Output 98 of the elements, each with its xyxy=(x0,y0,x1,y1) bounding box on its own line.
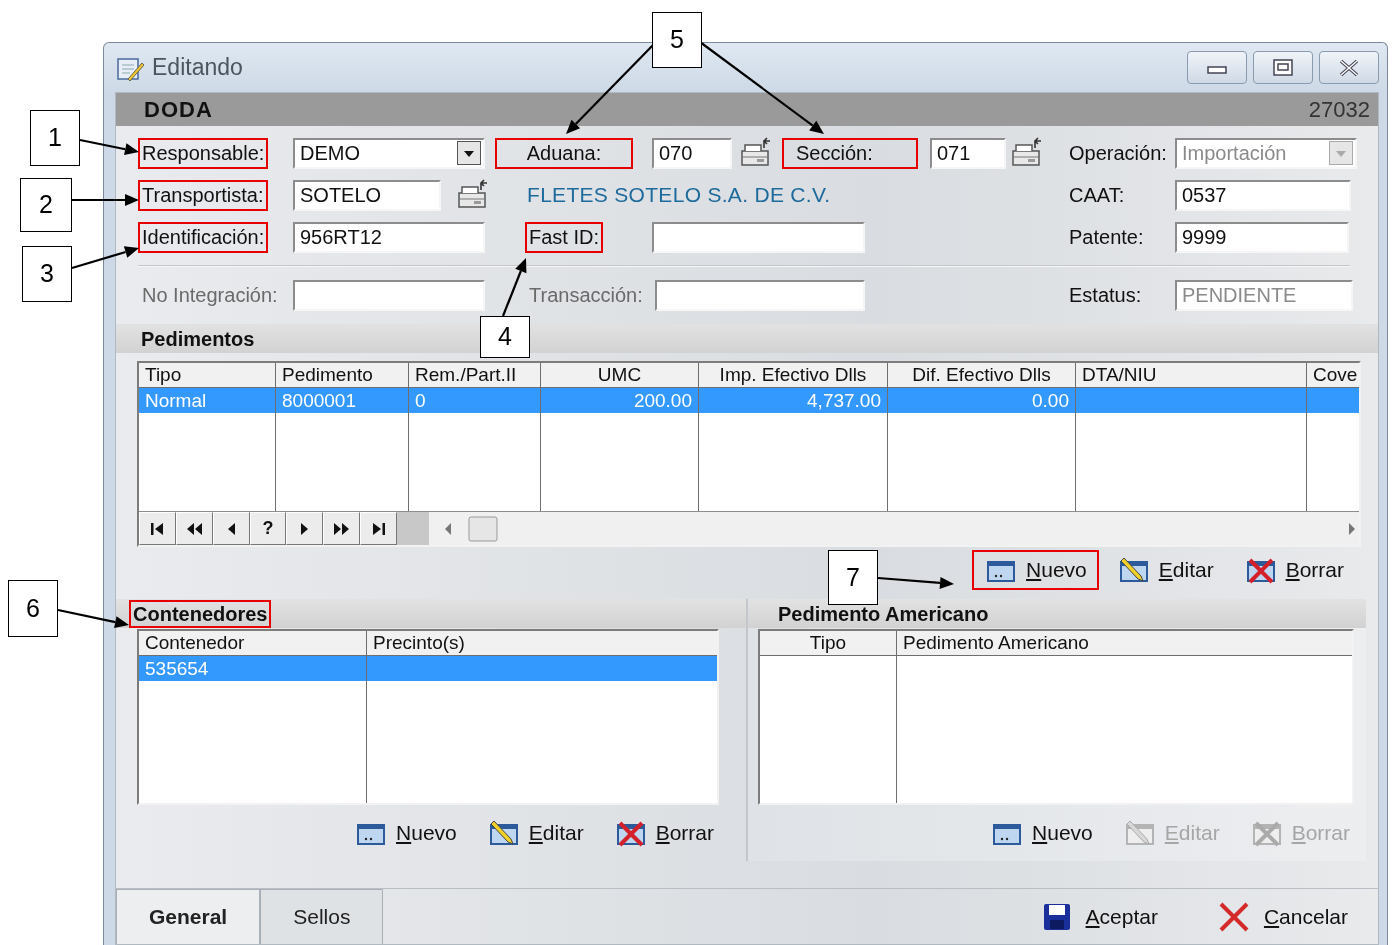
text-input[interactable] xyxy=(655,279,865,311)
restore-button[interactable] xyxy=(1253,51,1313,84)
field-label: Transacción: xyxy=(528,282,644,308)
field-label: Fast ID: xyxy=(525,221,603,253)
tray-arrow-icon[interactable] xyxy=(456,179,490,211)
navigator-button[interactable] xyxy=(175,512,213,545)
edit-action-button[interactable]: Editar xyxy=(1104,550,1226,590)
field-label: CAAT: xyxy=(1068,182,1126,208)
last-record-icon xyxy=(372,522,385,535)
callout-arrow xyxy=(72,194,139,206)
tab[interactable]: General xyxy=(116,889,261,944)
tray-arrow-icon[interactable] xyxy=(739,137,773,169)
accept-button[interactable]: Aceptar xyxy=(1035,900,1164,933)
first-record-icon xyxy=(151,522,164,535)
new-action-button[interactable]: Nuevo xyxy=(972,550,1099,590)
close-button[interactable] xyxy=(1319,51,1379,84)
dropdown[interactable]: DEMO xyxy=(293,137,485,169)
callout-number: 7 xyxy=(828,550,878,605)
field-label: Estatus: xyxy=(1068,282,1143,308)
delete-action-button[interactable]: Borrar xyxy=(1231,550,1356,590)
field-label: Transportista: xyxy=(138,179,268,211)
table-cell: 0.00 xyxy=(888,388,1076,413)
caret-icon[interactable] xyxy=(457,141,481,165)
navigator-spacer xyxy=(397,512,429,545)
callout-number: 6 xyxy=(8,580,58,637)
double-right-icon xyxy=(334,522,350,535)
carrier-name: FLETES SOTELO S.A. DE C.V. xyxy=(527,182,832,209)
navigator-button[interactable]: ? xyxy=(249,512,287,545)
navigator-button[interactable] xyxy=(286,512,324,545)
new-action-button[interactable]: Nuevo xyxy=(978,813,1105,853)
delete-action-button[interactable]: Borrar xyxy=(601,813,726,853)
callout-arrow xyxy=(57,608,129,628)
column-header[interactable]: Dif. Efectivo Dlls xyxy=(888,363,1076,388)
text-input[interactable] xyxy=(293,279,485,311)
pencil-icon xyxy=(488,818,519,847)
record-number: 27032 xyxy=(1308,96,1370,124)
column-header[interactable]: DTA/NIU xyxy=(1076,363,1307,388)
cancel-button[interactable]: Cancelar xyxy=(1211,900,1354,933)
callout-number: 5 xyxy=(652,12,702,68)
new-action-button[interactable]: Nuevo xyxy=(342,813,469,853)
table-cell: 0 xyxy=(409,388,541,413)
section-title: Pedimentos xyxy=(140,326,256,352)
navigator-button[interactable] xyxy=(360,512,397,545)
column-header[interactable]: Contenedor xyxy=(139,631,367,656)
callout-number: 3 xyxy=(22,246,72,302)
tab[interactable]: Sellos xyxy=(260,889,384,944)
column-header[interactable]: Cove xyxy=(1307,363,1359,388)
field-label: No Integración: xyxy=(141,282,279,308)
pencil-icon xyxy=(1118,556,1149,584)
text-input[interactable]: SOTELO xyxy=(293,179,441,211)
callout-arrow xyxy=(501,258,527,317)
column-header[interactable]: Imp. Efectivo Dlls xyxy=(699,363,888,388)
callout-arrow xyxy=(79,138,139,156)
text-input[interactable]: 071 xyxy=(930,137,1006,169)
column-header[interactable]: UMC xyxy=(541,363,699,388)
left-triangle-icon xyxy=(227,522,235,535)
navigator-button[interactable] xyxy=(323,512,361,545)
right-triangle-icon xyxy=(301,522,309,535)
window-title: Editando xyxy=(152,53,243,83)
field-label: Aduana: xyxy=(495,137,633,169)
field-label: Sección: xyxy=(782,137,918,169)
record-type: DODA xyxy=(144,96,213,124)
text-input[interactable]: 070 xyxy=(652,137,732,169)
column-header[interactable]: Precinto(s) xyxy=(367,631,717,656)
text-input[interactable]: 9999 xyxy=(1175,221,1349,253)
callout-number: 2 xyxy=(20,178,72,232)
double-left-icon xyxy=(186,522,202,535)
close-icon xyxy=(1338,58,1360,77)
text-input[interactable]: 956RT12 xyxy=(293,221,485,253)
text-input[interactable]: 0537 xyxy=(1175,179,1351,211)
delete-icon xyxy=(1245,556,1276,584)
callout-number: 4 xyxy=(480,316,530,358)
table-cell: Normal xyxy=(139,388,276,413)
table-cell: 4,737.00 xyxy=(699,388,888,413)
column-header[interactable]: Rem./Part.II xyxy=(409,363,541,388)
field-label: Operación: xyxy=(1068,140,1168,166)
pencil-icon xyxy=(1124,818,1155,847)
table-cell: 200.00 xyxy=(541,388,699,413)
minimize-button[interactable] xyxy=(1187,51,1247,84)
navigator-button[interactable] xyxy=(212,512,250,545)
edit-action-button[interactable]: Editar xyxy=(474,813,596,853)
callout-number: 1 xyxy=(30,110,80,166)
column-header[interactable]: Pedimento xyxy=(276,363,409,388)
field-label: Identificación: xyxy=(138,221,269,253)
column-header[interactable]: Pedimento Americano xyxy=(897,631,1352,656)
field-label: Patente: xyxy=(1068,224,1145,250)
x-icon xyxy=(1217,900,1250,933)
callout-arrow xyxy=(71,246,139,270)
tray-arrow-icon[interactable] xyxy=(1010,137,1044,169)
table-cell: 8000001 xyxy=(276,388,409,413)
column-header[interactable]: Tipo xyxy=(760,631,897,656)
navigator-button[interactable] xyxy=(139,512,176,545)
field-label: Responsable: xyxy=(138,137,269,169)
text-input[interactable] xyxy=(652,221,865,253)
restore-icon xyxy=(1272,57,1294,78)
table-cell: 535654 xyxy=(139,656,367,681)
section-title: Contenedores xyxy=(129,599,272,628)
column-header[interactable]: Tipo xyxy=(139,363,276,388)
